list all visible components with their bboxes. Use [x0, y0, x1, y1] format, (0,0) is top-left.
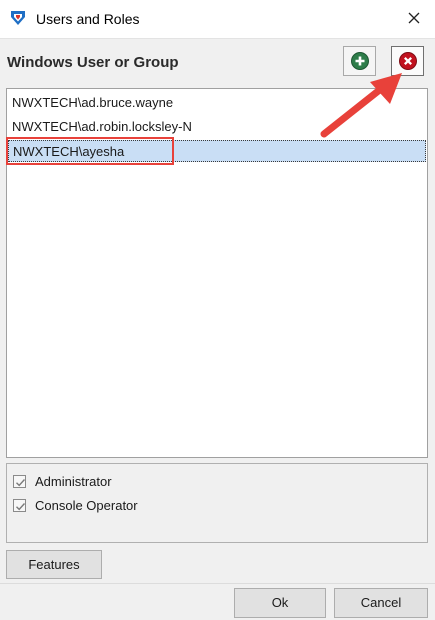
cancel-button[interactable]: Cancel: [334, 588, 428, 618]
app-logo-icon: [11, 11, 25, 25]
check-icon: [16, 478, 26, 486]
title-bar: Users and Roles: [0, 0, 435, 38]
close-icon[interactable]: [404, 8, 424, 28]
remove-icon: [398, 52, 417, 70]
role-checkbox[interactable]: [13, 474, 26, 488]
role-checkbox[interactable]: [13, 498, 26, 512]
list-item[interactable]: NWXTECH\ad.robin.locksley-N: [8, 116, 426, 138]
list-item-selected[interactable]: NWXTECH\ayesha: [8, 140, 426, 162]
add-user-button[interactable]: [343, 46, 376, 76]
ok-button[interactable]: Ok: [234, 588, 326, 618]
check-icon: [16, 502, 26, 510]
role-item-console-operator[interactable]: Console Operator: [13, 495, 138, 515]
role-label: Console Operator: [35, 497, 138, 513]
group-header: Windows User or Group: [7, 54, 179, 71]
add-icon: [350, 52, 369, 70]
title-divider: [0, 38, 435, 39]
bottom-divider: [0, 583, 435, 584]
list-item[interactable]: NWXTECH\ad.bruce.wayne: [8, 92, 426, 114]
role-label: Administrator: [35, 473, 112, 489]
features-button[interactable]: Features: [6, 550, 102, 579]
remove-user-button[interactable]: [391, 46, 424, 76]
user-list[interactable]: NWXTECH\ad.bruce.wayne NWXTECH\ad.robin.…: [6, 88, 428, 458]
roles-list: Administrator Console Operator: [6, 463, 428, 543]
window-title: Users and Roles: [36, 11, 140, 27]
role-item-administrator[interactable]: Administrator: [13, 471, 112, 491]
